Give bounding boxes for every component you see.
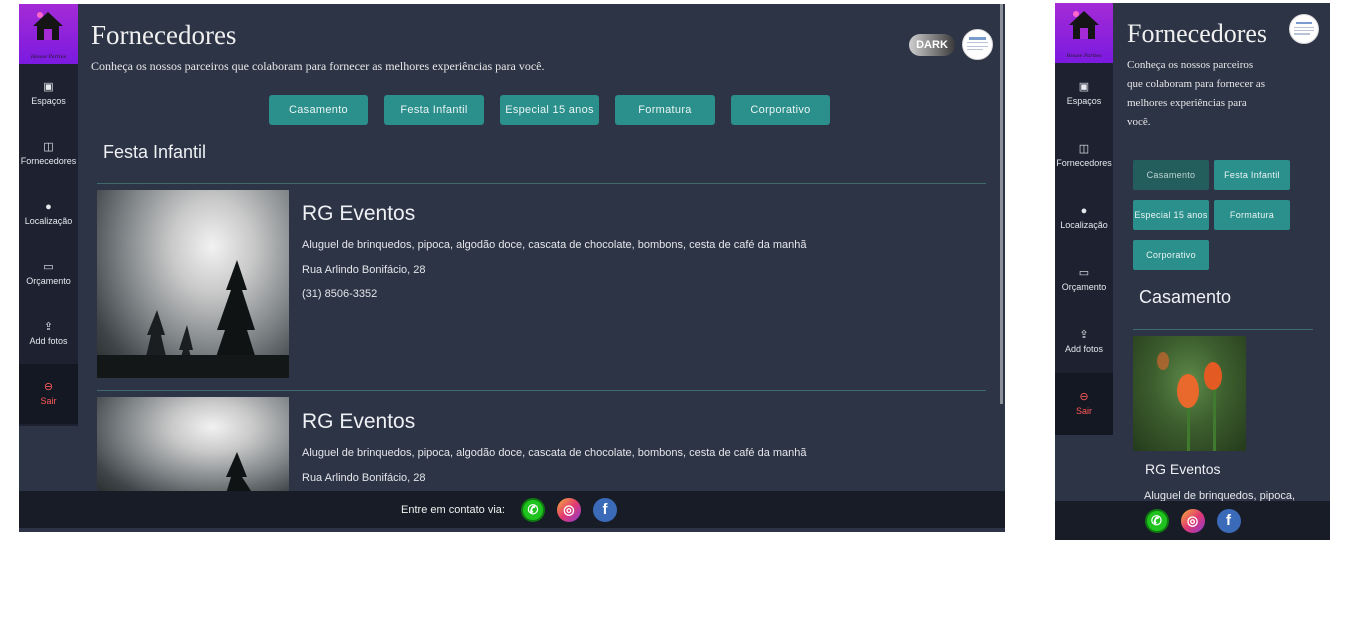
category-festa-infantil-button[interactable]: Festa Infantil — [1214, 160, 1290, 190]
section-title: Festa Infantil — [103, 142, 207, 162]
facebook-icon[interactable]: f — [592, 497, 617, 522]
mobile-view: House Parties ▣ Espaços ◫ Fornecedores ●… — [1055, 3, 1330, 540]
supplier-image — [1133, 336, 1246, 451]
supplier-description: Aluguel de brinquedos, pipoca, algodão d… — [302, 239, 807, 251]
page-title: Fornecedores — [1127, 19, 1268, 48]
logo-text: House Parties — [1066, 53, 1102, 59]
desktop-view: House Parties ▣ Espaços ◫ Fornecedores ●… — [19, 4, 1005, 532]
sidebar-item-espacos[interactable]: ▣ Espaços — [19, 64, 78, 124]
logo-text: House Parties — [30, 54, 67, 60]
sidebar-item-sair[interactable]: ⊖ Sair — [1055, 373, 1113, 435]
sidebar-item-sair[interactable]: ⊖ Sair — [19, 364, 78, 424]
credit-card-icon: ▭ — [1078, 267, 1090, 279]
map-pin-icon: ● — [45, 201, 52, 213]
logo[interactable]: House Parties — [1055, 3, 1113, 63]
credit-card-icon: ▭ — [43, 261, 54, 273]
logout-icon: ⊖ — [43, 381, 54, 393]
footer: Entre em contato via: ✆ ◎ f — [19, 491, 1005, 528]
facebook-icon[interactable]: f — [1216, 508, 1241, 533]
section-title: Casamento — [1139, 287, 1232, 307]
scrollbar[interactable] — [1000, 4, 1003, 404]
sidebar-item-label: Localização — [24, 216, 73, 226]
sidebar-item-add-fotos[interactable]: ⇪ Add fotos — [19, 304, 78, 364]
forest-image — [225, 452, 255, 497]
instagram-icon[interactable]: ◎ — [1180, 508, 1205, 533]
house-logo-icon — [33, 12, 63, 40]
sidebar-item-orcamento[interactable]: ▭ Orçamento — [19, 244, 78, 304]
page-subtitle: Conheça os nossos parceiros que colabora… — [1127, 56, 1297, 132]
sidebar-item-localizacao[interactable]: ● Localização — [19, 184, 78, 244]
forest-image — [97, 260, 289, 378]
house-logo-icon — [1069, 11, 1099, 39]
category-corporativo-button[interactable]: Corporativo — [731, 95, 830, 125]
sidebar-item-label: Espaços — [31, 96, 66, 106]
sidebar-item-label: Add fotos — [1064, 344, 1104, 354]
sidebar-item-label: Sair — [1075, 406, 1092, 416]
divider — [1133, 329, 1313, 330]
sidebar-item-fornecedores[interactable]: ◫ Fornecedores — [19, 124, 78, 184]
upload-icon: ⇪ — [1079, 329, 1089, 341]
sidebar: House Parties ▣ Espaços ◫ Fornecedores ●… — [1055, 3, 1113, 435]
sidebar-item-label: Espaços — [1066, 96, 1102, 106]
category-casamento-button[interactable]: Casamento — [269, 95, 368, 125]
sidebar-item-espacos[interactable]: ▣ Espaços — [1055, 63, 1113, 125]
whatsapp-icon[interactable]: ✆ — [520, 497, 545, 522]
subtitle-line: que colaboram para fornecer as — [1127, 78, 1266, 90]
store-icon: ◫ — [1078, 143, 1090, 155]
sidebar-item-add-fotos[interactable]: ⇪ Add fotos — [1055, 311, 1113, 373]
supplier-image — [97, 397, 289, 497]
instagram-icon[interactable]: ◎ — [556, 497, 581, 522]
footer-label: Entre em contato via: — [401, 503, 505, 516]
sidebar-item-localizacao[interactable]: ● Localização — [1055, 187, 1113, 249]
dark-mode-toggle[interactable]: DARK — [909, 34, 955, 56]
whatsapp-icon[interactable]: ✆ — [1144, 508, 1169, 533]
upload-icon: ⇪ — [43, 321, 54, 333]
category-corporativo-button[interactable]: Corporativo — [1133, 240, 1209, 270]
footer: ✆ ◎ f — [1055, 501, 1330, 540]
supplier-phone: (31) 8506-3352 — [302, 288, 378, 300]
supplier-description: Aluguel de brinquedos, pipoca, algodão d… — [302, 447, 807, 459]
divider — [97, 183, 986, 184]
category-formatura-button[interactable]: Formatura — [615, 95, 715, 125]
tulip-image — [1157, 352, 1222, 451]
divider — [97, 390, 986, 391]
supplier-image — [97, 190, 289, 378]
page-title: Fornecedores — [91, 20, 237, 50]
page-subtitle: Conheça os nossos parceiros que colabora… — [91, 59, 545, 73]
supplier-address: Rua Arlindo Bonifácio, 28 — [302, 472, 426, 484]
sidebar-item-label: Localização — [1060, 220, 1108, 230]
logout-icon: ⊖ — [1079, 391, 1089, 403]
sidebar-item-label: Orçamento — [1061, 282, 1107, 292]
category-especial-15-anos-button[interactable]: Especial 15 anos — [500, 95, 599, 125]
avatar[interactable] — [962, 29, 993, 60]
supplier-name: RG Eventos — [302, 410, 416, 433]
sidebar-item-label: Orçamento — [26, 276, 71, 286]
supplier-address: Rua Arlindo Bonifácio, 28 — [302, 264, 426, 276]
category-formatura-button[interactable]: Formatura — [1214, 200, 1290, 230]
sidebar-item-fornecedores[interactable]: ◫ Fornecedores — [1055, 125, 1113, 187]
category-casamento-button[interactable]: Casamento — [1133, 160, 1209, 190]
store-icon: ◫ — [43, 141, 54, 153]
image-icon: ▣ — [1078, 81, 1090, 93]
image-icon: ▣ — [43, 81, 54, 93]
sidebar-item-label: Sair — [40, 396, 57, 406]
subtitle-line: você. — [1127, 116, 1151, 128]
supplier-name: RG Eventos — [1145, 461, 1221, 477]
subtitle-line: Conheça os nossos parceiros — [1127, 59, 1254, 71]
avatar[interactable] — [1289, 14, 1319, 44]
sidebar: House Parties ▣ Espaços ◫ Fornecedores ●… — [19, 4, 78, 426]
sidebar-item-orcamento[interactable]: ▭ Orçamento — [1055, 249, 1113, 311]
subtitle-line: melhores experiências para — [1127, 97, 1247, 109]
sidebar-item-label: Add fotos — [29, 336, 68, 346]
category-festa-infantil-button[interactable]: Festa Infantil — [384, 95, 484, 125]
supplier-name: RG Eventos — [302, 202, 416, 225]
sidebar-item-label: Fornecedores — [20, 156, 77, 166]
logo[interactable]: House Parties — [19, 4, 78, 64]
map-pin-icon: ● — [1080, 205, 1088, 217]
category-especial-15-anos-button[interactable]: Especial 15 anos — [1133, 200, 1209, 230]
sidebar-item-label: Fornecedores — [1056, 158, 1112, 168]
